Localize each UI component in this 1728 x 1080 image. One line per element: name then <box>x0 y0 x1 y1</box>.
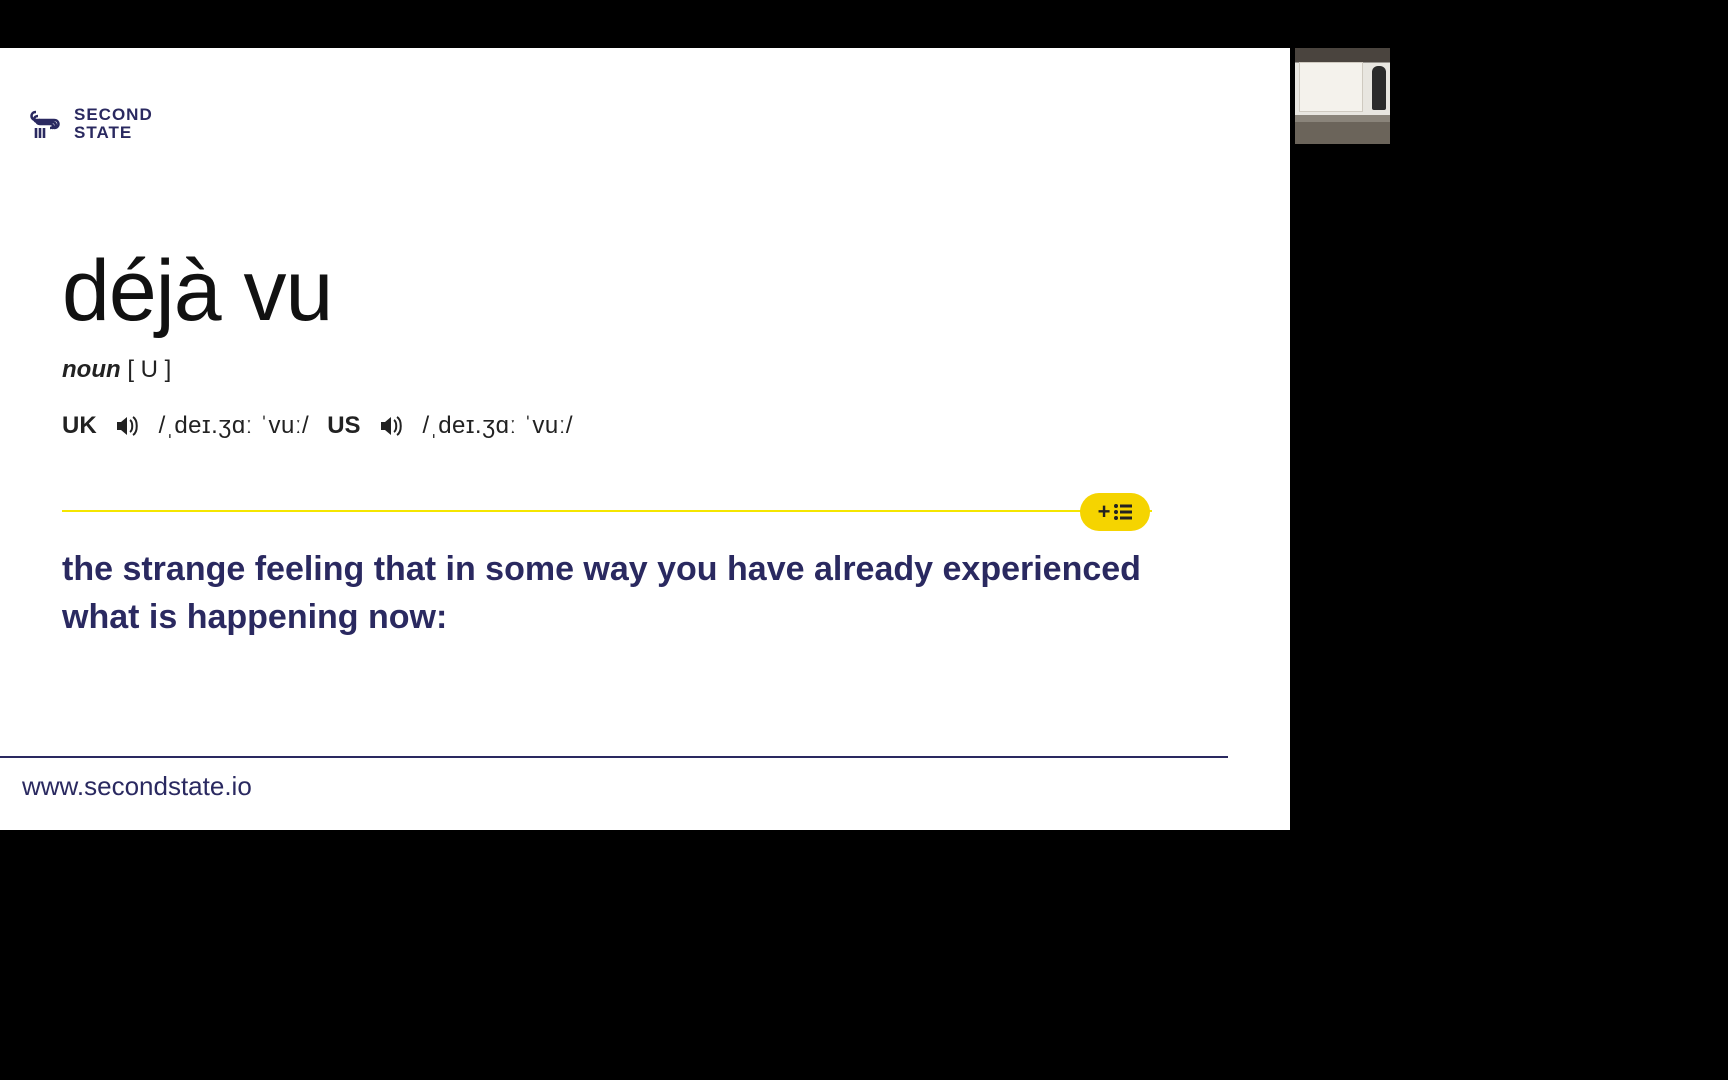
dictionary-entry: déjà vu noun [ U ] UK /ˌdeɪ.ʒɑː ˈvuː/ US… <box>62 248 1190 440</box>
brand-logo-mark <box>28 106 64 142</box>
camera-person <box>1372 66 1386 110</box>
brand-name-line2: STATE <box>74 124 153 142</box>
slide: SECOND STATE déjà vu noun [ U ] UK /ˌdeɪ… <box>0 48 1290 830</box>
region-uk-label: UK <box>62 412 97 440</box>
footer-url: www.secondstate.io <box>22 771 252 802</box>
ipa-us: /ˌdeɪ.ʒɑː ˈvuː/ <box>423 412 574 440</box>
camera-screen <box>1299 62 1363 112</box>
list-icon <box>1114 504 1132 520</box>
add-to-list-button[interactable]: + <box>1080 493 1150 531</box>
camera-thumbnail <box>1294 48 1390 144</box>
brand-logo: SECOND STATE <box>28 106 153 142</box>
brand-name-line1: SECOND <box>74 106 153 124</box>
plus-icon: + <box>1098 501 1111 523</box>
camera-floor <box>1295 122 1390 144</box>
part-of-speech: noun <box>62 356 121 383</box>
ipa-uk: /ˌdeɪ.ʒɑː ˈvuː/ <box>159 412 310 440</box>
speaker-icon[interactable] <box>115 415 141 437</box>
part-of-speech-line: noun [ U ] <box>62 356 1190 384</box>
headword: déjà vu <box>62 248 1190 334</box>
brand-logo-text: SECOND STATE <box>74 106 153 142</box>
speaker-icon[interactable] <box>379 415 405 437</box>
definition-text: the strange feeling that in some way you… <box>62 546 1152 641</box>
region-us-label: US <box>327 412 360 440</box>
pronunciation-line: UK /ˌdeɪ.ʒɑː ˈvuː/ US /ˌdeɪ.ʒɑː ˈvuː/ <box>62 412 1190 440</box>
footer-divider <box>0 756 1228 758</box>
section-divider <box>62 510 1152 512</box>
countability: [ U ] <box>127 356 171 383</box>
